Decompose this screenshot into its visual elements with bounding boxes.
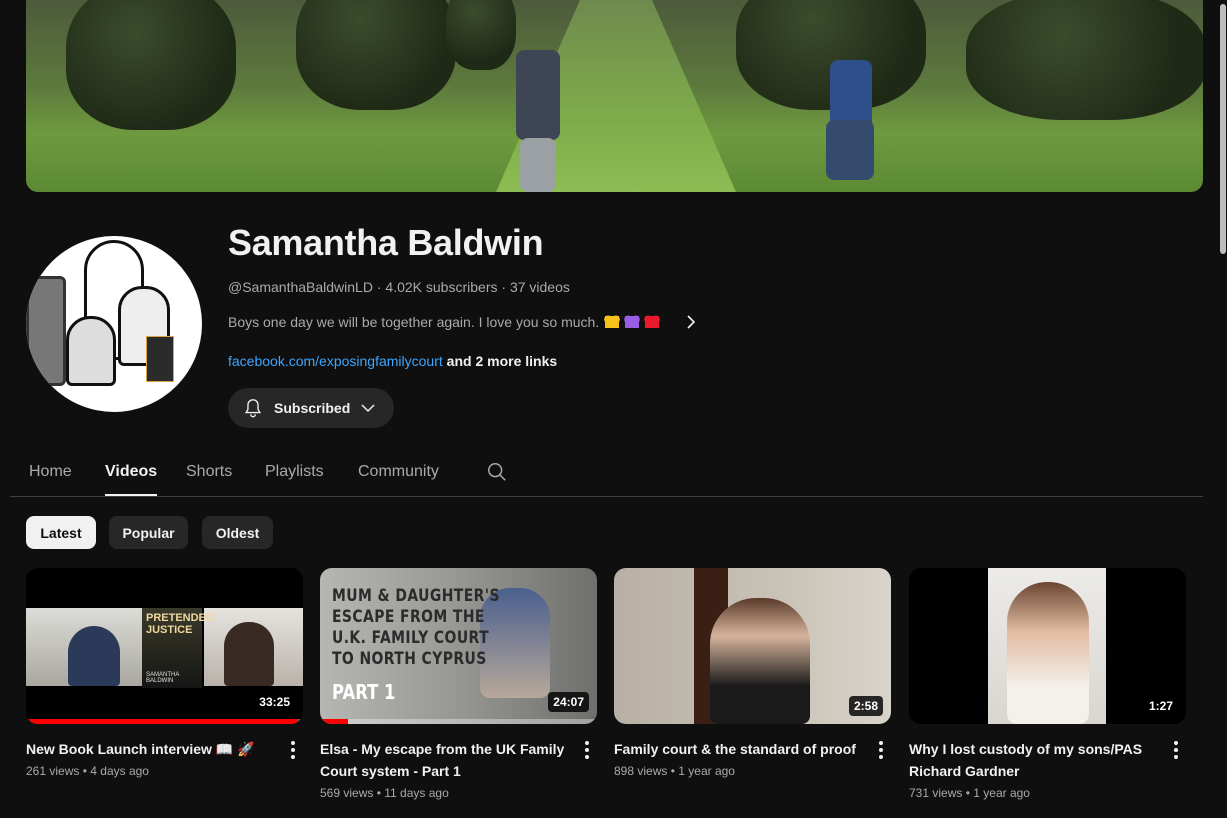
scrollbar-thumb[interactable] bbox=[1220, 4, 1226, 254]
yellow-heart-icon bbox=[605, 316, 620, 328]
tab-playlists[interactable]: Playlists bbox=[265, 463, 324, 481]
watch-progress-bar bbox=[320, 719, 348, 724]
video-thumbnail[interactable]: MUM & DAUGHTER'S ESCAPE FROM THE U.K. FA… bbox=[320, 568, 597, 724]
upload-age: 11 days ago bbox=[384, 786, 449, 800]
more-options-icon[interactable] bbox=[577, 738, 597, 762]
thumbnail-part-label: PART 1 bbox=[332, 680, 396, 704]
thumbnail-overlay-text: MUM & DAUGHTER'S ESCAPE FROM THE U.K. FA… bbox=[332, 586, 500, 669]
video-duration: 24:07 bbox=[548, 692, 589, 712]
view-count: 261 views bbox=[26, 764, 80, 778]
video-count: 37 videos bbox=[509, 279, 570, 295]
upload-age: 1 year ago bbox=[678, 764, 735, 778]
subscriber-count: 4.02K subscribers bbox=[385, 279, 498, 295]
banner-hedge bbox=[66, 0, 236, 130]
channel-avatar[interactable] bbox=[26, 236, 202, 412]
book-author: SAMANTHA BALDWIN bbox=[146, 672, 180, 684]
avatar-figure bbox=[66, 316, 116, 386]
channel-name: Samantha Baldwin bbox=[228, 222, 544, 263]
video-card[interactable]: 2:58 Family court & the standard of proo… bbox=[614, 568, 891, 778]
video-card[interactable]: MUM & DAUGHTER'S ESCAPE FROM THE U.K. FA… bbox=[320, 568, 597, 800]
thumbnail-person bbox=[710, 598, 810, 724]
banner-child-figure bbox=[520, 138, 556, 192]
video-title[interactable]: Family court & the standard of proof bbox=[614, 738, 864, 760]
tab-home[interactable]: Home bbox=[29, 463, 72, 481]
banner-child-figure bbox=[516, 50, 560, 140]
tab-videos[interactable]: Videos bbox=[105, 463, 158, 496]
avatar-figure bbox=[26, 276, 66, 386]
chip-latest[interactable]: Latest bbox=[26, 516, 96, 549]
purple-heart-icon bbox=[625, 316, 640, 328]
stats-separator: • bbox=[965, 786, 970, 800]
more-links-button[interactable]: and 2 more links bbox=[447, 353, 557, 369]
banner-hedge bbox=[966, 0, 1203, 120]
video-card[interactable]: 1:27 Why I lost custody of my sons/PAS R… bbox=[909, 568, 1186, 800]
banner-hedge bbox=[446, 0, 516, 70]
video-title[interactable]: Elsa - My escape from the UK Family Cour… bbox=[320, 738, 570, 782]
video-thumbnail[interactable]: 1:27 bbox=[909, 568, 1186, 724]
video-title[interactable]: New Book Launch interview 📖 🚀 bbox=[26, 738, 276, 760]
channel-banner bbox=[26, 0, 1203, 192]
thumbnail-person bbox=[224, 622, 274, 686]
bell-icon bbox=[244, 399, 262, 418]
more-options-icon[interactable] bbox=[871, 738, 891, 762]
tab-community[interactable]: Community bbox=[358, 463, 439, 481]
facebook-link[interactable]: facebook.com/exposingfamilycourt bbox=[228, 353, 443, 369]
watch-progress-bar bbox=[26, 719, 298, 724]
subscribed-button[interactable]: Subscribed bbox=[228, 388, 394, 428]
upload-age: 4 days ago bbox=[90, 764, 149, 778]
view-count: 569 views bbox=[320, 786, 374, 800]
channel-links: facebook.com/exposingfamilycourt and 2 m… bbox=[228, 353, 557, 369]
avatar-book-icon bbox=[146, 336, 174, 382]
meta-separator: · bbox=[501, 279, 507, 295]
video-title[interactable]: Why I lost custody of my sons/PAS Richar… bbox=[909, 738, 1159, 782]
video-duration: 33:25 bbox=[254, 692, 295, 712]
book-title: PRETENDED JUSTICE bbox=[146, 612, 214, 636]
stats-separator: • bbox=[670, 764, 675, 778]
channel-description[interactable]: Boys one day we will be together again. … bbox=[228, 314, 699, 330]
more-options-icon[interactable] bbox=[1166, 738, 1186, 762]
video-duration: 1:27 bbox=[1143, 696, 1178, 716]
view-count: 731 views bbox=[909, 786, 963, 800]
channel-tabs: Home Videos Shorts Playlists Community bbox=[10, 449, 1203, 497]
meta-separator: · bbox=[376, 279, 382, 295]
watch-progress-track bbox=[320, 719, 597, 724]
chevron-right-icon[interactable] bbox=[683, 314, 699, 330]
thumbnail-person bbox=[68, 626, 120, 686]
subscribed-label: Subscribed bbox=[274, 400, 351, 416]
banner-hedge bbox=[296, 0, 456, 110]
stats-separator: • bbox=[82, 764, 87, 778]
video-thumbnail[interactable]: PRETENDED JUSTICE SAMANTHA BALDWIN 33:25 bbox=[26, 568, 303, 724]
book-cover: PRETENDED JUSTICE SAMANTHA BALDWIN bbox=[142, 608, 214, 688]
search-icon[interactable] bbox=[486, 461, 508, 483]
video-card[interactable]: PRETENDED JUSTICE SAMANTHA BALDWIN 33:25… bbox=[26, 568, 303, 778]
more-options-icon[interactable] bbox=[283, 738, 303, 762]
red-heart-icon bbox=[645, 316, 660, 328]
channel-meta: @SamanthaBaldwinLD · 4.02K subscribers ·… bbox=[228, 279, 570, 295]
video-duration: 2:58 bbox=[848, 696, 883, 716]
video-stats: 898 views • 1 year ago bbox=[614, 764, 891, 778]
video-stats: 731 views • 1 year ago bbox=[909, 786, 1186, 800]
description-text: Boys one day we will be together again. … bbox=[228, 314, 600, 330]
thumbnail-person bbox=[1007, 582, 1089, 724]
video-stats: 569 views • 11 days ago bbox=[320, 786, 597, 800]
chevron-down-icon bbox=[361, 404, 375, 413]
video-stats: 261 views • 4 days ago bbox=[26, 764, 303, 778]
video-thumbnail[interactable]: 2:58 bbox=[614, 568, 891, 724]
upload-age: 1 year ago bbox=[973, 786, 1030, 800]
channel-handle: @SamanthaBaldwinLD bbox=[228, 279, 373, 295]
page-scrollbar[interactable] bbox=[1219, 0, 1227, 818]
stats-separator: • bbox=[376, 786, 381, 800]
banner-child-figure bbox=[826, 120, 874, 180]
view-count: 898 views bbox=[614, 764, 668, 778]
chip-popular[interactable]: Popular bbox=[109, 516, 188, 549]
tab-shorts[interactable]: Shorts bbox=[186, 463, 232, 481]
chip-oldest[interactable]: Oldest bbox=[202, 516, 273, 549]
